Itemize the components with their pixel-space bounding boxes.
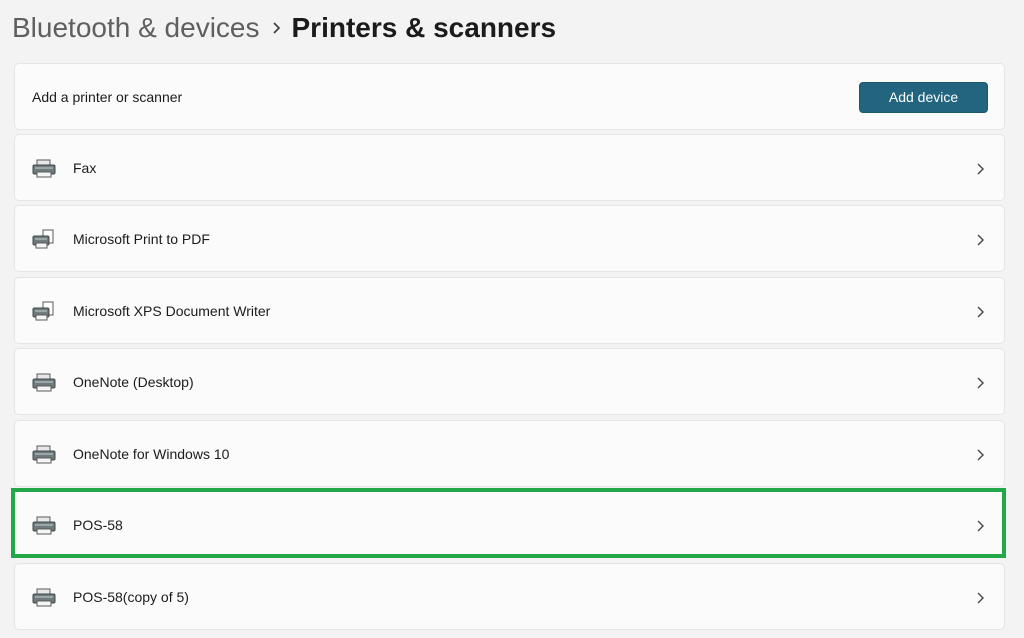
chevron-right-icon: [975, 519, 987, 533]
device-row-pos-58[interactable]: POS-58: [14, 491, 1005, 558]
device-name: OneNote (Desktop): [73, 374, 194, 390]
printer-icon: [32, 158, 56, 180]
breadcrumb: Bluetooth & devices Printers & scanners: [12, 8, 556, 48]
chevron-right-icon: [260, 21, 292, 35]
device-name: Microsoft Print to PDF: [73, 231, 210, 247]
chevron-right-icon: [975, 376, 987, 390]
printer-icon: [32, 444, 56, 466]
chevron-right-icon: [975, 591, 987, 605]
device-name: POS-58: [73, 517, 123, 533]
printer-document-icon: [32, 229, 56, 251]
printer-document-icon: [32, 301, 56, 323]
printer-icon: [32, 587, 56, 609]
add-device-button[interactable]: Add device: [859, 82, 988, 113]
breadcrumb-parent-link[interactable]: Bluetooth & devices: [12, 8, 260, 48]
chevron-right-icon: [975, 448, 987, 462]
device-row-pos-58-copy-of-5[interactable]: POS-58(copy of 5): [14, 563, 1005, 630]
chevron-right-icon: [975, 233, 987, 247]
printer-icon: [32, 515, 56, 537]
chevron-right-icon: [975, 162, 987, 176]
device-name: POS-58(copy of 5): [73, 589, 189, 605]
printer-icon: [32, 372, 56, 394]
device-name: OneNote for Windows 10: [73, 446, 230, 462]
device-row-onenote-desktop[interactable]: OneNote (Desktop): [14, 348, 1005, 415]
add-printer-label: Add a printer or scanner: [32, 89, 183, 105]
device-row-microsoft-xps-document-writer[interactable]: Microsoft XPS Document Writer: [14, 277, 1005, 344]
add-printer-card: Add a printer or scanner Add device: [14, 63, 1005, 130]
page-title: Printers & scanners: [291, 12, 557, 43]
device-row-onenote-for-windows-10[interactable]: OneNote for Windows 10: [14, 420, 1005, 487]
device-name: Fax: [73, 160, 97, 176]
device-name: Microsoft XPS Document Writer: [73, 303, 271, 319]
device-row-fax[interactable]: Fax: [14, 134, 1005, 201]
device-row-microsoft-print-to-pdf[interactable]: Microsoft Print to PDF: [14, 205, 1005, 272]
chevron-right-icon: [975, 305, 987, 319]
